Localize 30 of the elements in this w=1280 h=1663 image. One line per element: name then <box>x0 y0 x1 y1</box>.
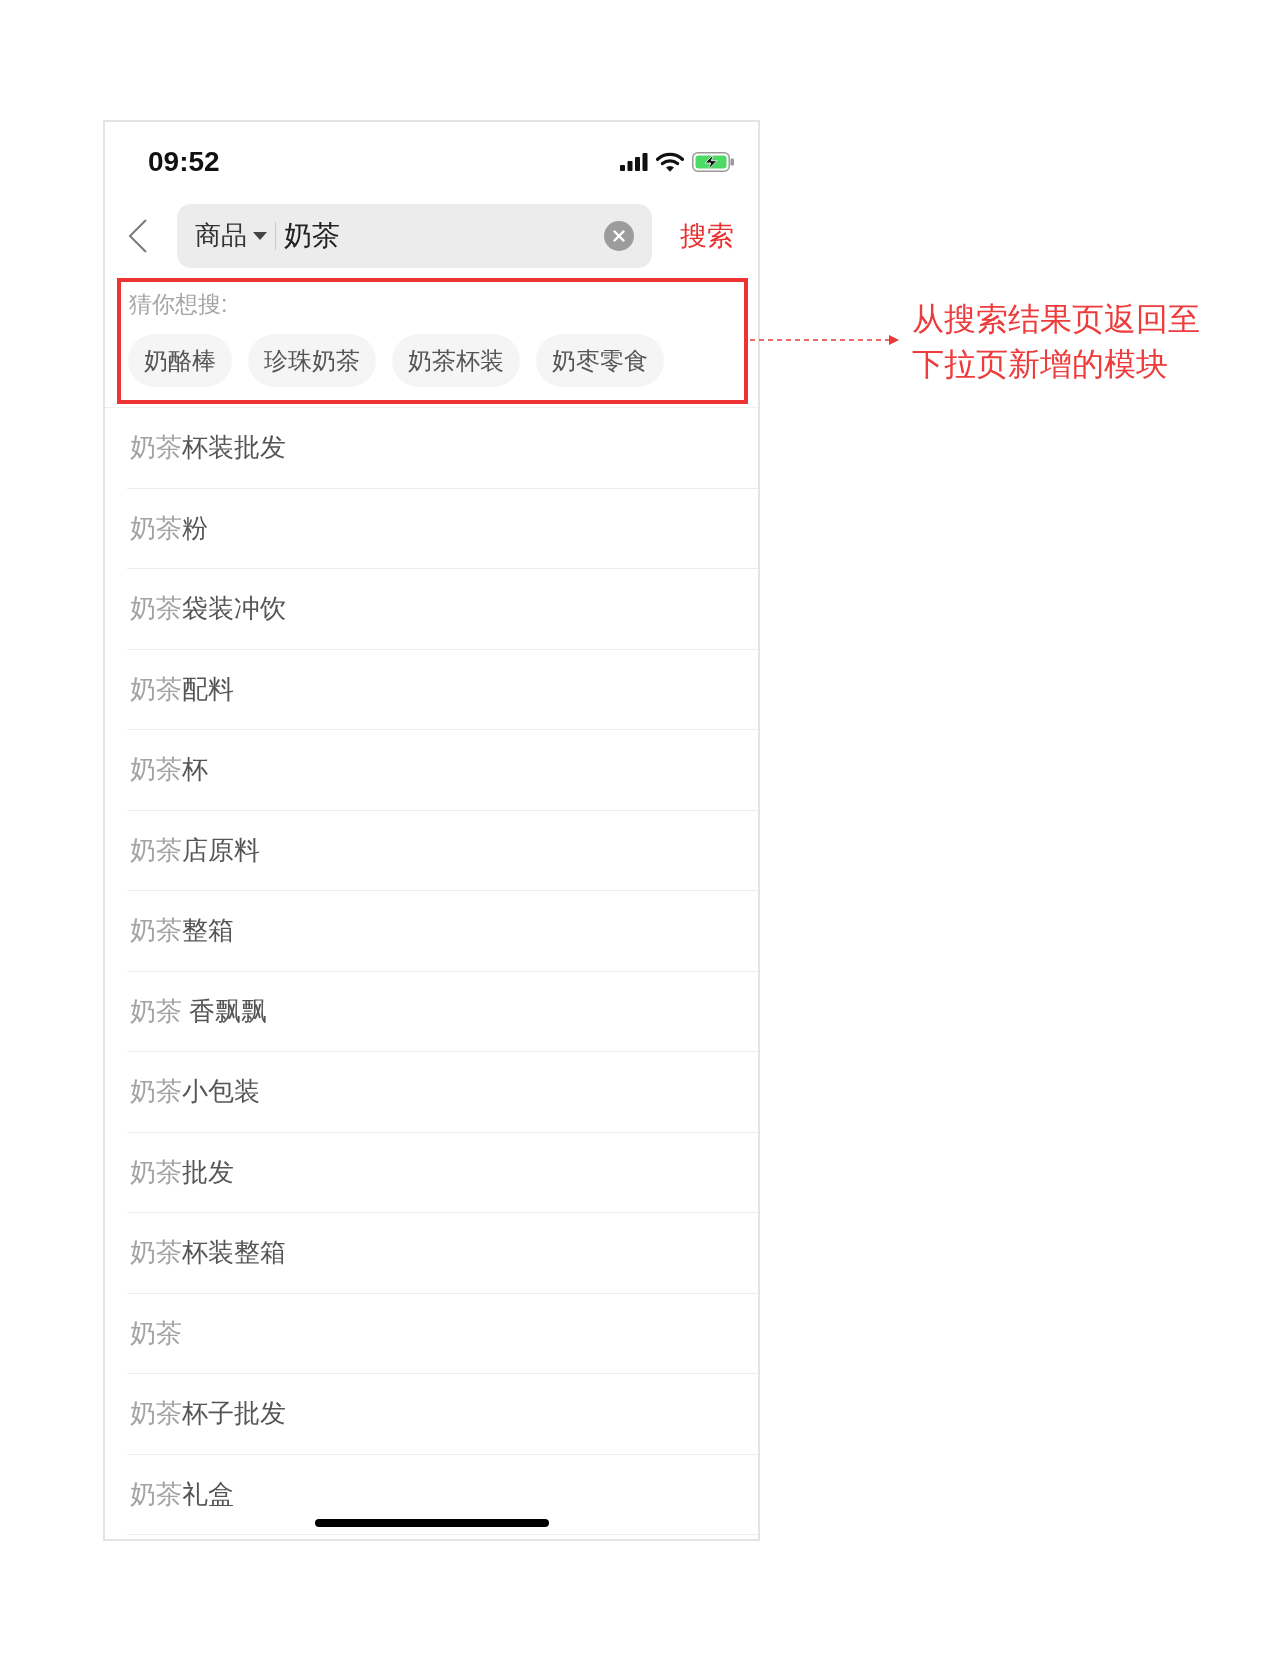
suggestion-item[interactable]: 奶茶 香飘飘 <box>127 971 758 1052</box>
suggestion-item[interactable]: 奶茶杯装批发 <box>127 408 758 489</box>
suggestion-item[interactable]: 奶茶配料 <box>127 649 758 730</box>
suggestion-item[interactable]: 奶茶袋装冲饮 <box>127 569 758 650</box>
suggestion-item[interactable]: 奶茶杯子批发 <box>127 1374 758 1455</box>
suggestion-item[interactable]: 奶茶店原料 <box>127 810 758 891</box>
suggestions-title: 猜你想搜: <box>129 292 229 316</box>
search-bar[interactable]: 商品 奶茶 <box>177 204 652 268</box>
signal-icon <box>620 153 648 171</box>
suggestion-chip[interactable]: 奶酪棒 <box>128 334 232 387</box>
search-input[interactable]: 奶茶 <box>284 216 604 256</box>
battery-icon <box>692 152 734 172</box>
suggestion-item[interactable]: 奶茶杯 <box>127 730 758 811</box>
suggestion-item[interactable]: 奶茶整箱 <box>127 891 758 972</box>
annotation-text: 从搜索结果页返回至下拉页新增的模块 <box>912 300 1201 384</box>
suggestion-item[interactable]: 奶茶杯装整箱 <box>127 1213 758 1294</box>
caret-icon <box>253 232 267 240</box>
chevron-left-icon <box>128 219 148 253</box>
search-button[interactable]: 搜索 <box>680 219 734 253</box>
suggestion-item[interactable]: 奶茶小包装 <box>127 1052 758 1133</box>
suggestion-item[interactable]: 奶茶粉 <box>127 488 758 569</box>
suggestion-item[interactable]: 奶茶批发 <box>127 1132 758 1213</box>
status-time: 09:52 <box>148 148 220 176</box>
category-dropdown[interactable]: 商品 <box>195 220 267 252</box>
wifi-icon <box>656 152 684 172</box>
clear-icon <box>604 221 634 251</box>
clear-button[interactable] <box>604 221 634 251</box>
suggestion-chip[interactable]: 奶枣零食 <box>536 334 664 387</box>
suggestion-chip[interactable]: 珍珠奶茶 <box>248 334 376 387</box>
suggestion-chip[interactable]: 奶茶杯装 <box>392 334 520 387</box>
